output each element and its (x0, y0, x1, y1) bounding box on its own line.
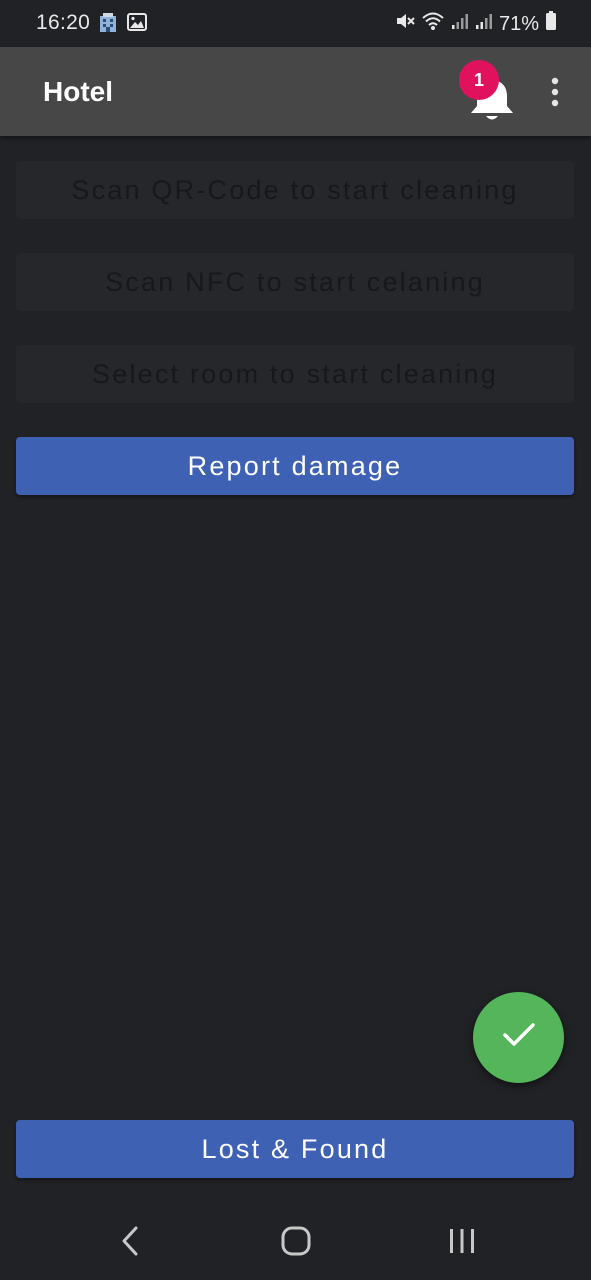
scan-qr-button[interactable]: Scan QR-Code to start cleaning (16, 161, 574, 219)
overflow-menu-button[interactable] (540, 77, 570, 107)
signal-icon (451, 12, 469, 36)
scan-nfc-button[interactable]: Scan NFC to start celaning (16, 253, 574, 311)
recents-icon (447, 1226, 477, 1261)
image-icon (127, 13, 147, 38)
report-damage-button[interactable]: Report damage (16, 437, 574, 495)
app-bar: Hotel 1 (0, 47, 591, 136)
confirm-fab[interactable] (473, 992, 564, 1083)
status-right: 71% (395, 11, 557, 37)
status-bar: 16:20 71% (0, 0, 591, 47)
home-button[interactable] (276, 1223, 316, 1263)
screen: 16:20 71% Hotel 1 Scan QR-Code to start … (0, 0, 591, 1280)
back-button[interactable] (110, 1223, 150, 1263)
scan-qr-label: Scan QR-Code to start cleaning (71, 174, 519, 205)
scan-nfc-label: Scan NFC to start celaning (105, 266, 485, 297)
home-icon (280, 1225, 312, 1262)
recents-button[interactable] (442, 1223, 482, 1263)
more-vert-icon (540, 77, 570, 111)
back-icon (120, 1225, 140, 1262)
select-room-button[interactable]: Select room to start cleaning (16, 345, 574, 403)
mute-icon (395, 11, 415, 37)
hotel-icon (97, 13, 119, 38)
select-room-label: Select room to start cleaning (92, 358, 498, 389)
battery-percent: 71% (498, 12, 539, 35)
bell-icon (466, 77, 518, 127)
app-title: Hotel (43, 76, 113, 107)
lost-found-button[interactable]: Lost & Found (16, 1120, 574, 1178)
notification-badge: 1 (459, 60, 499, 100)
lost-found-label: Lost & Found (201, 1133, 389, 1164)
wifi-icon (421, 11, 445, 37)
status-left-icons (97, 13, 147, 38)
status-time: 16:20 (36, 11, 91, 34)
signal-icon (475, 12, 493, 36)
report-damage-label: Report damage (187, 450, 403, 481)
navigation-bar (0, 1201, 591, 1280)
battery-icon (545, 11, 557, 37)
check-icon (502, 1022, 536, 1053)
